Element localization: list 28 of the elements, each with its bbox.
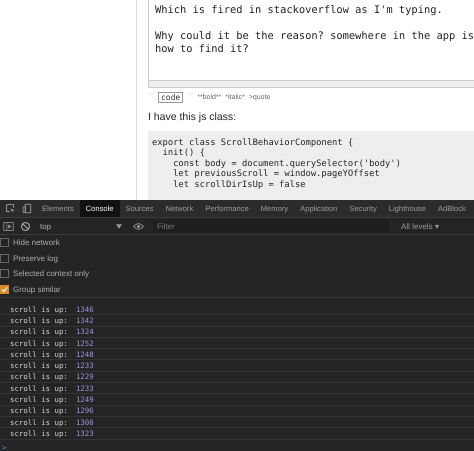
code-line: const body = document.querySelector('body') [172, 158, 402, 169]
code-line: export class ScrollBehaviorComponent { [152, 138, 354, 148]
context-select[interactable]: top [34, 222, 130, 230]
editor-line: Why could it be the reason? somewhere in the app is [154, 30, 474, 43]
clear-icon[interactable] [20, 220, 31, 232]
option-label: Preserve log [13, 254, 58, 263]
eye-icon[interactable] [133, 220, 144, 232]
code-line: let scrollDirIsUp = false [172, 180, 307, 190]
option-label: Selected context only [13, 269, 90, 278]
sidebar-toggle-icon[interactable] [3, 220, 14, 232]
paragraph: I have this js class: [148, 110, 238, 122]
editor-line: how to find it? [154, 43, 250, 56]
format-hint: code [158, 92, 184, 102]
checkbox[interactable] [0, 238, 9, 248]
checkbox[interactable] [0, 284, 9, 294]
caret-icon [116, 224, 122, 228]
inspect-icon[interactable] [5, 203, 16, 214]
levels-dropdown[interactable]: All levels ▾ [395, 220, 445, 232]
resize-handle[interactable] [148, 81, 474, 88]
code-line: init() { [162, 148, 206, 158]
checkbox[interactable] [0, 269, 9, 278]
code-line: let previousScroll = window.pageYOffset [172, 169, 381, 180]
device-icon[interactable] [22, 203, 33, 214]
checkbox[interactable] [0, 254, 9, 263]
filter-field[interactable]: Filter [153, 220, 389, 232]
option-label: Hide network [13, 238, 60, 248]
editor-line: Which is fired in stackoverflow as I'm typing. [154, 4, 444, 17]
option-label: Group similar [13, 284, 61, 294]
